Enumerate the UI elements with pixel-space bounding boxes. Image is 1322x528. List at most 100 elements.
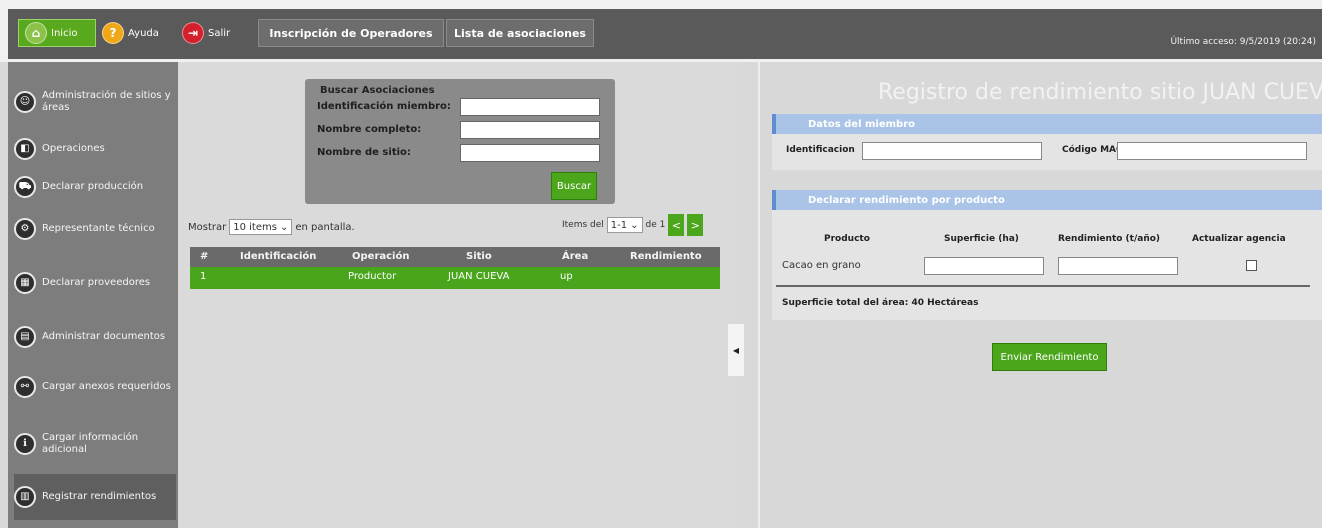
column-header[interactable]: Sitio	[466, 251, 492, 262]
page-of-label: de 1	[645, 220, 666, 230]
chart-icon: ▥	[14, 486, 36, 508]
collapse-panel-handle[interactable]: ◀	[728, 324, 744, 376]
surface-column-header: Superficie (ha)	[944, 234, 1019, 244]
sidebar-item-label: Administración de sitios y áreas	[42, 90, 171, 113]
help-button[interactable]: ? Ayuda	[100, 19, 170, 47]
page-size-row: Mostrar 10 items ⌄ en pantalla.	[188, 219, 355, 235]
column-header[interactable]: Rendimiento	[630, 251, 702, 262]
document-icon: ▤	[14, 326, 36, 348]
yield-column-header: Rendimiento (t/año)	[1058, 234, 1161, 244]
sidebar-item-label: Administrar documentos	[42, 331, 166, 342]
column-header[interactable]: #	[200, 251, 208, 262]
member-id-input[interactable]	[460, 98, 600, 116]
member-section-header: Datos del miembro	[772, 114, 1322, 134]
home-button[interactable]: ⌂ Inicio	[18, 19, 96, 47]
table-row[interactable]: 1 Productor JUAN CUEVA up	[190, 267, 720, 289]
member-id-label: Identificación miembro:	[317, 101, 451, 112]
help-label: Ayuda	[128, 27, 159, 39]
row-operation: Productor	[348, 271, 397, 282]
info-icon: ℹ	[14, 433, 36, 455]
exit-icon: ⇥	[182, 22, 204, 44]
chevron-down-icon: ⌄	[630, 219, 639, 231]
pager: Items del 1-1 ⌄ de 1 < >	[562, 214, 704, 236]
page-range-value: 1-1	[610, 219, 628, 231]
yield-section-header: Declarar rendimiento por producto	[772, 190, 1322, 210]
send-yield-button[interactable]: Enviar Rendimiento	[992, 343, 1107, 371]
sidebar-item-label: Declarar producción	[42, 181, 144, 192]
associations-table: # Identificación Operación Sitio Área Re…	[190, 247, 720, 289]
mag-code-label: Código MAG	[1062, 145, 1124, 155]
sidebar-item-register-yield[interactable]: ▥ Registrar rendimientos	[14, 474, 176, 520]
supplier-icon: ▦	[14, 272, 36, 294]
door-icon: ◧	[14, 138, 36, 160]
row-site: JUAN CUEVA	[448, 271, 510, 282]
table-header: # Identificación Operación Sitio Área Re…	[190, 247, 720, 267]
sidebar-item-operations[interactable]: ◧ Operaciones	[14, 138, 176, 160]
cart-icon: ⛟	[14, 176, 36, 198]
yield-register-panel: Registro de rendimiento sitio JUAN CUEVA…	[758, 62, 1322, 528]
site-name-input[interactable]	[460, 144, 600, 162]
last-access-text: Último acceso: 9/5/2019 (20:24)	[1170, 37, 1316, 47]
show-prefix: Mostrar	[188, 221, 227, 233]
member-data-section: Datos del miembro Identificacion Código …	[772, 114, 1322, 170]
home-icon: ⌂	[25, 22, 47, 44]
sidebar-item-label: Cargar anexos requeridos	[42, 381, 171, 392]
prev-page-button[interactable]: <	[668, 214, 685, 236]
sidebar-item-label: Registrar rendimientos	[42, 491, 157, 502]
chevron-down-icon: ⌄	[279, 221, 289, 233]
top-bar: ⌂ Inicio ? Ayuda ⇥ Salir Inscripción de …	[0, 0, 1322, 62]
update-agency-checkbox[interactable]	[1246, 260, 1257, 271]
show-suffix: en pantalla.	[295, 221, 355, 233]
tab-inscription[interactable]: Inscripción de Operadores	[258, 19, 444, 47]
tab-associations[interactable]: Lista de asociaciones	[446, 19, 594, 47]
sidebar-item-technician[interactable]: ⚙ Representante técnico	[14, 218, 176, 240]
total-area-text: Superficie total del área: 40 Hectáreas	[782, 298, 979, 308]
column-header[interactable]: Identificación	[240, 251, 316, 262]
identification-input[interactable]	[862, 142, 1042, 160]
home-label: Inicio	[51, 27, 78, 39]
update-agency-column-header: Actualizar agencia	[1192, 234, 1286, 244]
search-box: Buscar Asociaciones Identificación miemb…	[305, 79, 615, 204]
surface-input[interactable]	[924, 257, 1044, 275]
people-icon: ☺	[14, 91, 36, 113]
page-size-select[interactable]: 10 items ⌄	[229, 219, 293, 235]
sidebar-item-label: Declarar proveedores	[42, 277, 151, 288]
items-prefix: Items del	[562, 220, 604, 230]
column-header[interactable]: Operación	[352, 251, 409, 262]
sidebar-item-label: Representante técnico	[42, 223, 155, 234]
page-size-value: 10 items	[233, 221, 277, 233]
sidebar-item-additional-info[interactable]: ℹ Cargar información adicional	[14, 432, 176, 456]
full-name-input[interactable]	[460, 121, 600, 139]
next-page-button[interactable]: >	[687, 214, 704, 236]
column-header[interactable]: Área	[562, 251, 588, 262]
identification-label: Identificacion	[786, 145, 855, 155]
mag-code-input[interactable]	[1117, 142, 1307, 160]
attachment-icon: ⚯	[14, 376, 36, 398]
sidebar-item-sites[interactable]: ☺ Administración de sitios y áreas	[14, 90, 176, 114]
associations-panel: Buscar Asociaciones Identificación miemb…	[178, 62, 738, 528]
row-area: up	[560, 271, 573, 282]
product-column-header: Producto	[824, 234, 870, 244]
sidebar-item-documents[interactable]: ▤ Administrar documentos	[14, 326, 176, 348]
search-button[interactable]: Buscar	[551, 172, 597, 200]
exit-label: Salir	[208, 27, 231, 39]
sidebar-item-attachments[interactable]: ⚯ Cargar anexos requeridos	[14, 376, 176, 398]
yield-input[interactable]	[1058, 257, 1178, 275]
divider	[776, 285, 1310, 287]
page-range-select[interactable]: 1-1 ⌄	[606, 217, 643, 233]
sidebar: ☺ Administración de sitios y áreas ◧ Ope…	[8, 62, 178, 528]
sidebar-item-label: Operaciones	[42, 143, 105, 154]
search-title: Buscar Asociaciones	[320, 85, 435, 96]
site-name-label: Nombre de sitio:	[317, 147, 411, 158]
technician-icon: ⚙	[14, 218, 36, 240]
sidebar-item-production[interactable]: ⛟ Declarar producción	[14, 176, 176, 198]
product-name: Cacao en grano	[782, 260, 861, 271]
arrow-left-icon: ◀	[732, 345, 740, 355]
sidebar-item-suppliers[interactable]: ▦ Declarar proveedores	[14, 272, 176, 294]
page-title: Registro de rendimiento sitio JUAN CUEVA	[878, 80, 1322, 105]
top-toolbar: ⌂ Inicio ? Ayuda ⇥ Salir Inscripción de …	[8, 9, 1322, 59]
sidebar-item-label: Cargar información adicional	[42, 432, 139, 455]
full-name-label: Nombre completo:	[317, 124, 422, 135]
exit-button[interactable]: ⇥ Salir	[180, 19, 240, 47]
help-icon: ?	[102, 22, 124, 44]
